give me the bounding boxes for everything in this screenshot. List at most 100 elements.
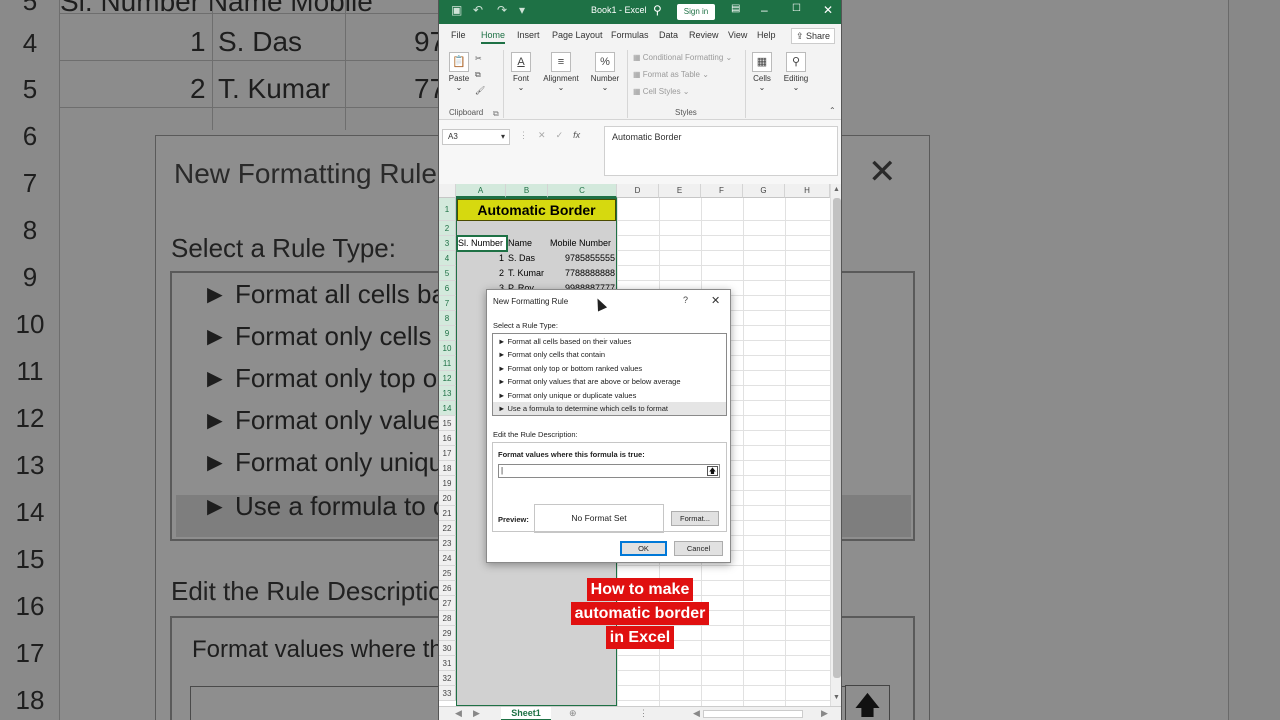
collapse-ribbon-icon[interactable]: ⌃ (829, 106, 836, 115)
column-header[interactable]: H (785, 184, 830, 198)
tab-insert[interactable]: Insert (517, 30, 540, 40)
formula-input[interactable]: Automatic Border (604, 126, 838, 176)
row-header[interactable]: 14 (439, 401, 456, 416)
range-picker-icon[interactable]: 🡅 (707, 466, 718, 476)
next-sheet-icon[interactable]: ▶ (473, 708, 480, 719)
column-header[interactable]: C (548, 184, 617, 198)
tab-review[interactable]: Review (689, 30, 719, 40)
undo-icon[interactable]: ↶ (473, 3, 483, 17)
cell-b4[interactable]: S. Das (508, 251, 535, 266)
formula-field[interactable]: | 🡅 (498, 464, 720, 478)
title-cell[interactable]: Automatic Border (457, 199, 616, 221)
dialog-launcher-icon[interactable]: ⧉ (493, 109, 499, 119)
row-header[interactable]: 30 (439, 641, 456, 656)
help-icon[interactable]: ? (683, 295, 688, 305)
more-icon[interactable]: ⋮ (639, 708, 648, 719)
column-header[interactable]: F (701, 184, 743, 198)
close-window-icon[interactable]: ✕ (823, 3, 833, 17)
row-header[interactable]: 18 (439, 461, 456, 476)
row-header[interactable]: 7 (439, 296, 456, 311)
close-icon[interactable]: ✕ (711, 294, 720, 307)
confirm-entry-icon[interactable]: ✓ (556, 130, 564, 140)
format-as-table-button[interactable]: ▦ Format as Table ⌄ (633, 70, 709, 79)
paste-button[interactable]: 📋 Paste ⌄ (447, 52, 471, 92)
row-header[interactable]: 28 (439, 611, 456, 626)
row-header[interactable]: 15 (439, 416, 456, 431)
cell-a4[interactable]: 1 (456, 251, 504, 266)
cancel-entry-icon[interactable]: ✕ (538, 130, 546, 140)
insert-function-icon[interactable]: fx (573, 130, 580, 140)
row-header[interactable]: 25 (439, 566, 456, 581)
tab-home[interactable]: Home (481, 30, 506, 44)
select-all-corner[interactable] (439, 184, 456, 198)
tab-view[interactable]: View (728, 30, 747, 40)
column-header[interactable]: A (456, 184, 506, 198)
row-header[interactable]: 27 (439, 596, 456, 611)
conditional-formatting-button[interactable]: ▦ Conditional Formatting ⌄ (633, 53, 732, 62)
tab-help[interactable]: Help (757, 30, 776, 40)
vertical-scrollbar[interactable]: ▲ ▼ (830, 184, 841, 706)
tab-file[interactable]: File (451, 30, 466, 40)
row-header[interactable]: 11 (439, 356, 456, 371)
scroll-down-icon[interactable]: ▼ (833, 694, 840, 701)
customize-toolbar-icon[interactable]: ▾ (519, 3, 525, 17)
cell-c5[interactable]: 7788888888 (548, 266, 615, 281)
ribbon-display-icon[interactable]: ▤ (731, 3, 740, 14)
column-header[interactable]: E (659, 184, 701, 198)
row-header[interactable]: 19 (439, 476, 456, 491)
cells-button[interactable]: ▦ Cells ⌄ (749, 52, 775, 92)
row-header[interactable]: 8 (439, 311, 456, 326)
number-button[interactable]: % Number ⌄ (589, 52, 621, 92)
row-header[interactable]: 13 (439, 386, 456, 401)
sheet-tab-sheet1[interactable]: Sheet1 (501, 707, 551, 720)
cancel-button[interactable]: Cancel (674, 541, 723, 556)
tab-formulas[interactable]: Formulas (611, 30, 649, 40)
scrollbar-thumb[interactable] (833, 198, 841, 678)
rule-type-item[interactable]: ► Format only unique or duplicate values (493, 389, 726, 402)
prev-sheet-icon[interactable]: ◀ (455, 708, 462, 719)
column-header[interactable]: B (506, 184, 548, 198)
format-painter-icon[interactable]: 🖌 (475, 86, 485, 95)
cell-b5[interactable]: T. Kumar (508, 266, 544, 281)
cell-c3[interactable]: Mobile Number (550, 236, 611, 251)
tab-page-layout[interactable]: Page Layout (552, 30, 603, 40)
scroll-right-icon[interactable]: ▶ (821, 708, 828, 719)
row-header[interactable]: 23 (439, 536, 456, 551)
row-header[interactable]: 6 (439, 281, 456, 296)
column-header[interactable]: D (617, 184, 659, 198)
rule-type-item[interactable]: ► Format all cells based on their values (493, 335, 726, 348)
row-header[interactable]: 10 (439, 341, 456, 356)
minimize-icon[interactable]: – (761, 3, 768, 17)
add-sheet-icon[interactable]: ⊕ (569, 708, 577, 719)
cell-b3[interactable]: Name (508, 236, 532, 251)
cell-styles-button[interactable]: ▦ Cell Styles ⌄ (633, 87, 690, 96)
row-header[interactable]: 24 (439, 551, 456, 566)
row-header[interactable]: 1 (439, 198, 456, 221)
row-header[interactable]: 16 (439, 431, 456, 446)
save-icon[interactable]: ▣ (451, 3, 462, 17)
scroll-up-icon[interactable]: ▲ (833, 186, 840, 193)
alignment-button[interactable]: ≡ Alignment ⌄ (541, 52, 581, 92)
copy-icon[interactable]: ⧉ (475, 70, 481, 80)
rule-type-list[interactable]: ► Format all cells based on their values… (492, 333, 727, 416)
share-button[interactable]: ⇪ Share (791, 28, 835, 44)
column-header[interactable]: G (743, 184, 785, 198)
row-header[interactable]: 31 (439, 656, 456, 671)
row-header[interactable]: 12 (439, 371, 456, 386)
row-header[interactable]: 9 (439, 326, 456, 341)
search-icon[interactable]: ⚲ (653, 3, 662, 17)
row-header[interactable]: 5 (439, 266, 456, 281)
cell-a3[interactable]: Sl. Number (458, 236, 503, 251)
rule-type-item[interactable]: ► Format only values that are above or b… (493, 375, 726, 388)
cell-c4[interactable]: 9785855555 (548, 251, 615, 266)
horizontal-scrollbar[interactable] (703, 710, 803, 718)
row-header[interactable]: 33 (439, 686, 456, 701)
row-header[interactable]: 22 (439, 521, 456, 536)
name-box[interactable]: A3 ▾ (442, 129, 510, 145)
row-header[interactable]: 21 (439, 506, 456, 521)
cut-icon[interactable]: ✂ (475, 54, 482, 63)
ok-button[interactable]: OK (620, 541, 667, 556)
rule-type-item[interactable]: ► Format only top or bottom ranked value… (493, 362, 726, 375)
row-header[interactable]: 2 (439, 221, 456, 236)
row-header[interactable]: 26 (439, 581, 456, 596)
